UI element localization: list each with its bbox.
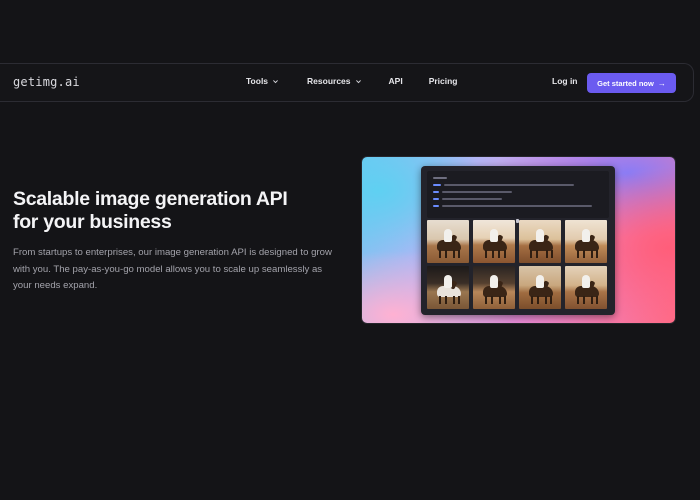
code-snippet (427, 171, 609, 218)
nav-api-label: API (388, 76, 403, 86)
nav-tools-label: Tools (246, 76, 269, 86)
arrow-right-icon: → (657, 78, 666, 88)
generated-image (427, 266, 469, 309)
chevron-down-icon (273, 79, 278, 83)
generated-images-grid (427, 220, 609, 310)
nav-pricing[interactable]: Pricing (429, 76, 458, 86)
generated-image (519, 266, 561, 309)
nav-links: Tools Resources API Pricing (246, 76, 458, 86)
page: getimg.ai Tools Resources API Pricing Lo… (0, 0, 700, 500)
generated-image (473, 220, 515, 263)
generated-image (565, 266, 607, 309)
get-started-label: Get started now (597, 78, 654, 88)
chevron-down-icon (355, 79, 361, 83)
top-navbar: getimg.ai Tools Resources API Pricing Lo… (0, 63, 694, 102)
hero-description: From startups to enterprises, our image … (13, 247, 332, 291)
nav-resources[interactable]: Resources (307, 76, 361, 86)
login-link[interactable]: Log in (552, 76, 578, 86)
nav-api[interactable]: API (389, 76, 403, 86)
nav-tools[interactable]: Tools (246, 76, 279, 86)
generated-image (565, 220, 607, 263)
logo[interactable]: getimg.ai (13, 75, 80, 89)
nav-pricing-label: Pricing (428, 76, 458, 86)
api-console-preview (421, 166, 615, 315)
nav-resources-label: Resources (307, 76, 351, 86)
generated-image (473, 266, 515, 309)
generated-image (519, 220, 561, 263)
generated-image (427, 220, 469, 263)
get-started-button[interactable]: Get started now → (587, 73, 676, 93)
hero-image (362, 157, 675, 323)
hero-title: Scalable image generation API for your b… (13, 188, 288, 233)
